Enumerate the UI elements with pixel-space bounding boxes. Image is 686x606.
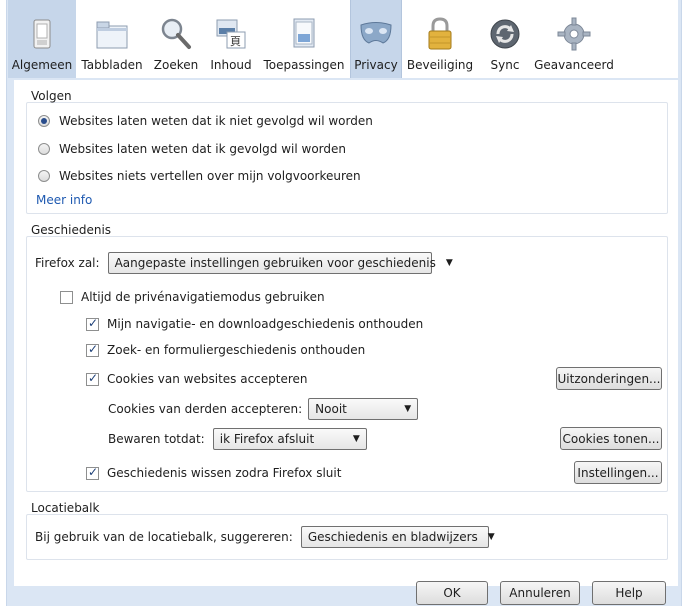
private-mode-checkbox[interactable] [60, 290, 73, 304]
locationbar-group-title: Locatiebalk [31, 501, 100, 515]
select-value: Aangepaste instellingen gebruiken voor g… [114, 256, 436, 270]
firefox-will-row: Firefox zal: Aangepaste instellingen geb… [35, 252, 453, 274]
option-label: Websites laten weten dat ik niet gevolgd… [59, 114, 373, 128]
third-party-label: Cookies van derden accepteren: [108, 402, 303, 416]
sync-icon [490, 19, 520, 49]
clear-on-close-checkbox[interactable] [86, 465, 99, 480]
applications-icon [293, 18, 315, 48]
private-mode-row[interactable]: Altijd de privénavigatiemodus gebruiken [60, 290, 325, 304]
radio-button[interactable] [38, 143, 50, 155]
tab-label: Tabbladen [81, 58, 143, 72]
tab-sync[interactable]: Sync [478, 0, 532, 78]
ok-button[interactable]: OK [416, 581, 488, 605]
history-settings-button[interactable]: Instellingen... [574, 461, 662, 484]
tab-algemeen[interactable]: Algemeen [8, 0, 76, 78]
firefox-will-label: Firefox zal: [35, 256, 100, 270]
select-value: Geschiedenis en bladwijzers [307, 530, 478, 544]
clear-on-close-row[interactable]: Geschiedenis wissen zodra Firefox sluit [86, 465, 342, 480]
tabs-icon [96, 21, 128, 49]
history-group-title: Geschiedenis [31, 223, 112, 237]
chevron-down-icon: ▼ [445, 258, 453, 268]
suggest-label: Bij gebruik van de locatiebalk, suggerer… [35, 530, 293, 544]
tab-label: Sync [490, 58, 520, 72]
remember-search-checkbox[interactable] [86, 342, 99, 357]
gear-icon [557, 17, 591, 51]
content-icon: 頁 [216, 19, 246, 49]
checkbox-label: Altijd de privénavigatiemodus gebruiken [81, 290, 325, 304]
preferences-toolbar: Algemeen Tabbladen Zoeken 頁 Inhoud Toepa… [8, 0, 678, 78]
tab-label: Inhoud [210, 58, 252, 72]
privacy-mask-icon [360, 22, 392, 44]
tab-label: Zoeken [153, 58, 199, 72]
keep-until-row: Bewaren totdat: ik Firefox afsluit ▼ [108, 428, 367, 450]
tracking-option-none[interactable]: Websites niets vertellen over mijn volgv… [38, 169, 361, 183]
tab-beveiliging[interactable]: Beveiliging [402, 0, 478, 78]
keep-until-select[interactable]: ik Firefox afsluit ▼ [212, 428, 367, 450]
checkbox-label: Mijn navigatie- en downloadgeschiedenis … [107, 317, 424, 331]
tab-label: Geavanceerd [534, 58, 614, 72]
checkbox-label: Cookies van websites accepteren [107, 372, 308, 386]
exceptions-button[interactable]: Uitzonderingen... [556, 367, 662, 390]
tracking-option-no-track[interactable]: Websites laten weten dat ik niet gevolgd… [38, 114, 373, 128]
security-lock-icon [428, 17, 452, 50]
option-label: Websites niets vertellen over mijn volgv… [59, 169, 361, 183]
tab-label: Privacy [354, 58, 398, 72]
remember-browsing-checkbox[interactable] [86, 316, 99, 331]
locationbar-suggest-select[interactable]: Geschiedenis en bladwijzers ▼ [300, 526, 495, 548]
tab-tabbladen[interactable]: Tabbladen [76, 0, 148, 78]
tab-label: Beveiliging [406, 58, 474, 72]
tab-inhoud[interactable]: 頁 Inhoud [204, 0, 258, 78]
tab-label: Algemeen [11, 58, 73, 72]
checkbox-label: Zoek- en formuliergeschiedenis onthouden [107, 343, 366, 357]
help-button[interactable]: Help [592, 581, 666, 605]
tracking-group-title: Volgen [31, 89, 72, 103]
option-label: Websites laten weten dat ik gevolgd wil … [59, 142, 346, 156]
chevron-down-icon: ▼ [487, 532, 495, 542]
radio-button[interactable] [38, 170, 50, 182]
tracking-option-track[interactable]: Websites laten weten dat ik gevolgd wil … [38, 142, 346, 156]
history-group: Geschiedenis [26, 223, 668, 492]
accept-cookies-checkbox[interactable] [86, 371, 99, 386]
checkbox-label: Geschiedenis wissen zodra Firefox sluit [107, 466, 342, 480]
keep-until-label: Bewaren totdat: [108, 432, 205, 446]
show-cookies-button[interactable]: Cookies tonen... [560, 427, 662, 450]
remember-search-row[interactable]: Zoek- en formuliergeschiedenis onthouden [86, 342, 366, 357]
general-switch-icon [33, 19, 51, 49]
tab-geavanceerd[interactable]: Geavanceerd [532, 0, 616, 78]
search-icon [161, 18, 191, 49]
more-info-link[interactable]: Meer info [36, 193, 92, 207]
svg-text:頁: 頁 [230, 35, 241, 48]
tab-zoeken[interactable]: Zoeken [148, 0, 204, 78]
tab-label: Toepassingen [263, 58, 345, 72]
select-value: Nooit [315, 402, 347, 416]
privacy-pane: Volgen Websites laten weten dat ik niet … [14, 80, 678, 586]
select-value: ik Firefox afsluit [219, 432, 315, 446]
tab-privacy[interactable]: Privacy [350, 0, 402, 78]
radio-button[interactable] [38, 115, 50, 127]
accept-cookies-row[interactable]: Cookies van websites accepteren [86, 371, 308, 386]
chevron-down-icon: ▼ [352, 434, 360, 444]
chevron-down-icon: ▼ [404, 404, 412, 414]
remember-browsing-row[interactable]: Mijn navigatie- en downloadgeschiedenis … [86, 316, 424, 331]
locationbar-row: Bij gebruik van de locatiebalk, suggerer… [35, 526, 495, 548]
third-party-select[interactable]: Nooit ▼ [308, 398, 419, 420]
tab-toepassingen[interactable]: Toepassingen [258, 0, 350, 78]
history-mode-select[interactable]: Aangepaste instellingen gebruiken voor g… [107, 252, 453, 274]
third-party-row: Cookies van derden accepteren: Nooit ▼ [108, 398, 419, 420]
cancel-button[interactable]: Annuleren [500, 581, 580, 605]
